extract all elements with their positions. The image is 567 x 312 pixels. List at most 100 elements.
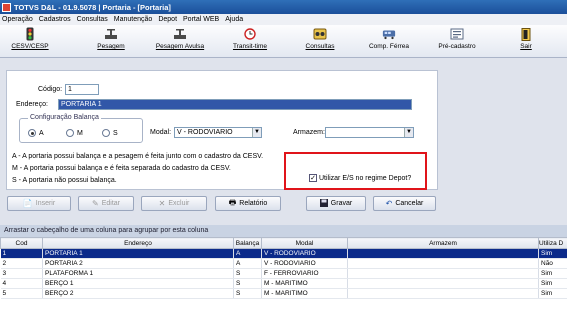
chevron-down-icon[interactable]: ▼: [252, 128, 261, 137]
toolbar-pesagem-button[interactable]: Pesagem: [94, 27, 128, 56]
toolbar-cesv-cesp-button[interactable]: CESV/CESP: [10, 27, 50, 56]
radio-balanca-a[interactable]: A: [28, 129, 44, 137]
cell-cod: 5: [0, 288, 43, 299]
table-row[interactable]: 4 BERÇO 1 S M - MARITIMO Sim: [0, 278, 567, 289]
relatorio-button[interactable]: 🖶 Relatório: [215, 196, 281, 211]
cell-cod: 3: [0, 268, 43, 279]
modal-select[interactable]: V - RODOVIARIO ▼: [174, 127, 262, 138]
cell-modal: M - MARITIMO: [261, 278, 348, 289]
printer-icon: 🖶: [228, 197, 237, 207]
menu-operacao[interactable]: Operação: [2, 16, 33, 23]
table-row[interactable]: 5 BERÇO 2 S M - MARITIMO Sim: [0, 288, 567, 299]
window-title: TOTVS D&L - 01.9.5078 | Portaria - [Port…: [14, 2, 171, 12]
endereco-input[interactable]: PORTARIA 1: [58, 99, 412, 110]
radio-balanca-m[interactable]: M: [66, 129, 83, 137]
table-row[interactable]: 1 PORTARIA 1 A V - RODOVIARIO Sim: [0, 248, 567, 259]
chevron-down-icon[interactable]: ▼: [404, 128, 413, 137]
cell-modal: V - RODOVIARIO: [261, 248, 348, 259]
column-header-cod[interactable]: Cod: [0, 237, 43, 249]
toolbar-sair-button[interactable]: Sair: [516, 27, 536, 56]
editar-button[interactable]: ✎ Editar: [78, 196, 134, 211]
window-titlebar: TOTVS D&L - 01.9.5078 | Portaria - [Port…: [0, 0, 567, 14]
radio-balanca-s[interactable]: S: [102, 129, 118, 137]
toolbar-cesv-cesp-label: CESV/CESP: [11, 43, 49, 50]
clock-icon: [243, 27, 257, 41]
toolbar: CESV/CESP Pesagem Pesagem Avulsa Transit…: [0, 25, 567, 58]
toolbar-transit-time-button[interactable]: Transit-time: [230, 27, 270, 56]
cell-utiliza-depot: Sim: [538, 268, 567, 279]
cell-endereco: PORTARIA 2: [42, 258, 234, 269]
toolbar-pre-cadastro-button[interactable]: Pré-cadastro: [436, 27, 478, 56]
radio-a-dot: [28, 129, 36, 137]
cell-armazem: [347, 248, 539, 259]
checkbox-checked-icon: ✓: [309, 174, 317, 182]
cell-endereco: PLATAFORMA 1: [42, 268, 234, 279]
modal-label: Modal:: [150, 129, 172, 136]
radio-s-dot: [102, 129, 110, 137]
cell-balanca: A: [233, 248, 262, 259]
app-icon: [2, 2, 11, 12]
column-header-balanca[interactable]: Balança: [233, 237, 262, 249]
column-header-armazem[interactable]: Armazem: [347, 237, 539, 249]
toolbar-pesagem-avulsa-button[interactable]: Pesagem Avulsa: [154, 27, 206, 56]
menu-bar: Operação Cadastros Consultas Manutenção …: [0, 14, 567, 25]
cell-utiliza-depot: Sim: [538, 288, 567, 299]
cell-balanca: S: [233, 278, 262, 289]
cell-armazem: [347, 258, 539, 269]
configuracao-balanca-group: Configuração Balança A M S: [19, 114, 143, 143]
gravar-label: Gravar: [330, 200, 353, 207]
table-row[interactable]: 3 PLATAFORMA 1 S F - FERROVIARIO Sim: [0, 268, 567, 279]
form-icon: [450, 27, 464, 41]
binoculars-icon: [313, 27, 327, 41]
column-header-utiliza-depot[interactable]: Utiliza D: [538, 237, 567, 249]
cell-modal: M - MARITIMO: [261, 288, 348, 299]
undo-arrow-icon: ↶: [385, 199, 393, 208]
cell-cod: 4: [0, 278, 43, 289]
radio-a-label: A: [39, 129, 44, 137]
gravar-button[interactable]: Gravar: [306, 196, 366, 211]
configuracao-balanca-legend: Configuração Balança: [28, 114, 101, 121]
codigo-label: Código:: [38, 86, 63, 93]
inserir-button[interactable]: 📄 Inserir: [7, 196, 71, 211]
toolbar-pesagem-avulsa-label: Pesagem Avulsa: [155, 43, 205, 50]
excluir-button[interactable]: ✕ Excluir: [141, 196, 207, 211]
relatorio-label: Relatório: [239, 200, 268, 207]
modal-select-value: V - RODOVIARIO: [177, 129, 233, 136]
group-by-hint: Arrastar o cabeçalho de uma coluna para …: [0, 225, 567, 237]
menu-manutencao[interactable]: Manutenção: [114, 16, 153, 23]
depot-checkbox[interactable]: ✓ Utilizar E/S no regime Depot?: [309, 174, 411, 182]
inserir-label: Inserir: [35, 200, 56, 207]
cell-armazem: [347, 288, 539, 299]
cell-armazem: [347, 268, 539, 279]
toolbar-consultas-button[interactable]: Consultas: [302, 27, 338, 56]
table-row[interactable]: 2 PORTARIA 2 A V - RODOVIARIO Não: [0, 258, 567, 269]
grid-header-row: Cod Endereço Balança Modal Armazem Utili…: [0, 237, 567, 249]
cell-utiliza-depot: Sim: [538, 248, 567, 259]
menu-portal-web[interactable]: Portal WEB: [183, 16, 219, 23]
toolbar-sair-label: Sair: [520, 43, 532, 50]
radio-m-dot: [66, 129, 74, 137]
excluir-label: Excluir: [168, 200, 190, 207]
armazem-select[interactable]: ▼: [325, 127, 414, 138]
cell-cod: 2: [0, 258, 43, 269]
codigo-input[interactable]: 1: [65, 84, 99, 95]
column-header-modal[interactable]: Modal: [261, 237, 348, 249]
menu-depot[interactable]: Depot: [158, 16, 177, 23]
train-icon: [382, 27, 396, 41]
toolbar-consultas-label: Consultas: [305, 43, 335, 50]
cell-utiliza-depot: Sim: [538, 278, 567, 289]
toolbar-comp-ferrea-button[interactable]: Comp. Férrea: [366, 27, 412, 56]
save-disk-icon: [319, 198, 328, 209]
cancelar-button[interactable]: ↶ Cancelar: [373, 196, 436, 211]
column-header-endereco[interactable]: Endereço: [42, 237, 234, 249]
menu-ajuda[interactable]: Ajuda: [225, 16, 243, 23]
cell-endereco: BERÇO 1: [42, 278, 234, 289]
edit-icon: ✎: [92, 199, 99, 208]
action-bar: 📄 Inserir ✎ Editar ✕ Excluir 🖶 Relatório…: [6, 194, 438, 214]
scale-icon: [173, 27, 187, 41]
traffic-light-icon: [23, 27, 37, 41]
delete-x-icon: ✕: [158, 199, 166, 208]
menu-cadastros[interactable]: Cadastros: [39, 16, 71, 23]
menu-consultas[interactable]: Consultas: [77, 16, 108, 23]
cell-armazem: [347, 278, 539, 289]
